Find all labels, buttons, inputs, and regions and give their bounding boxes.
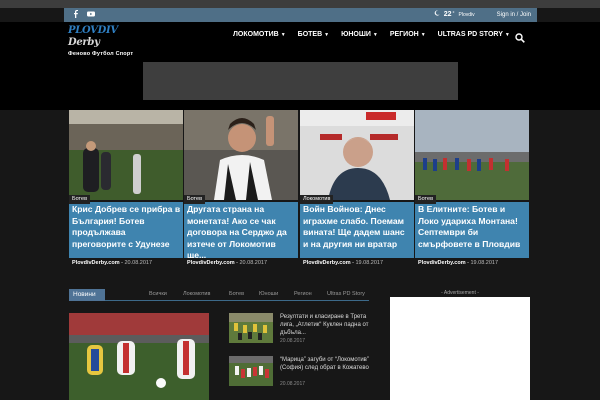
news-date: 20.08.2017 (280, 381, 306, 387)
advertisement-label: - Advertisement - (441, 290, 479, 296)
nav-label: РЕГИОН (389, 31, 419, 38)
tile-date: 19.08.2017 (355, 260, 384, 266)
chevron-down-icon: ▼ (324, 32, 330, 38)
featured-tile[interactable]: Ботев Другата страна на монетата! Ако се… (184, 110, 298, 268)
news-thumb (229, 313, 273, 343)
chevron-down-icon: ▼ (504, 32, 510, 38)
tile-photo (184, 110, 298, 200)
news-title[interactable]: “Марица” загуби от “Локомотив” (София) с… (280, 356, 372, 372)
tile-date: 20.08.2017 (124, 260, 153, 266)
featured-tiles: Ботев Крис Добрев се прибра в България! … (69, 110, 530, 268)
weather-temperature: 22 (443, 11, 452, 18)
nav-label: ULTRAS PD STORY (437, 31, 503, 38)
tab-all[interactable]: Всички (149, 291, 167, 297)
tile-photo (415, 110, 529, 200)
tile-title[interactable]: Другата страна на монетата! Ако се чак д… (184, 202, 298, 258)
chevron-down-icon: ▼ (372, 32, 378, 38)
tile-category[interactable]: Ботев (415, 195, 436, 204)
tile-meta: PlovdivDerby.com - 20.08.2017 (72, 260, 153, 266)
weather-unit: ° (452, 10, 455, 17)
tile-category[interactable]: Ботев (184, 195, 205, 204)
tile-date: 20.08.2017 (239, 260, 268, 266)
nav-label: ЮНОШИ (341, 31, 371, 38)
tile-meta: PlovdivDerby.com - 19.08.2017 (418, 260, 499, 266)
top-bar: 22 ° Plovdiv Sign in / Join (64, 8, 537, 22)
news-title[interactable]: Резултати и класиране в Трета лига, „Атл… (280, 313, 372, 337)
main-article-image[interactable] (69, 313, 209, 400)
tab-botev[interactable]: Ботев (229, 291, 244, 297)
tab-news-active[interactable]: Новини (69, 289, 105, 301)
moon-icon (434, 9, 440, 21)
tile-meta: PlovdivDerby.com - 20.08.2017 (187, 260, 268, 266)
main-nav: ЛОКОМОТИВ ▼ БОТЕВ ▼ ЮНОШИ ▼ РЕГИОН ▼ ULTRAS … (233, 31, 522, 38)
news-thumb (229, 356, 273, 386)
nav-label: ЛОКОМОТИВ (233, 31, 279, 38)
tile-photo (300, 110, 414, 200)
news-date: 20.08.2017 (280, 338, 306, 344)
site-logo[interactable]: PLOVDIV Derby Феново Футбол Спорт (68, 25, 138, 57)
nav-label: БОТЕВ (297, 31, 323, 38)
tile-source: PlovdivDerby.com (303, 260, 351, 266)
nav-item-lokomotiv[interactable]: ЛОКОМОТИВ ▼ (233, 31, 286, 38)
news-list-item[interactable]: “Марица” загуби от “Локомотив” (София) с… (229, 356, 374, 392)
sidebar-ad-box[interactable] (390, 297, 530, 400)
nav-item-botev[interactable]: БОТЕВ ▼ (298, 31, 329, 38)
tile-meta: PlovdivDerby.com - 19.08.2017 (303, 260, 384, 266)
nav-item-ultras[interactable]: ULTRAS PD STORY ▼ (438, 31, 510, 38)
top-bar-right: 22 ° Plovdiv Sign in / Join (434, 9, 531, 21)
logo-tagline: Феново Футбол Спорт (68, 51, 134, 57)
tile-photo (69, 110, 183, 200)
tile-title[interactable]: Крис Добрев се прибра в България! Ботев … (69, 202, 183, 258)
tile-title[interactable]: В Елитните: Ботев и Локо удариха Монтана… (415, 202, 529, 258)
browser-top-strip (0, 0, 600, 8)
featured-tile[interactable]: Локомотив Войн Войнов: Днес играхме слаб… (300, 110, 414, 268)
tile-source: PlovdivDerby.com (418, 260, 466, 266)
featured-tile[interactable]: Ботев Крис Добрев се прибра в България! … (69, 110, 183, 268)
main-article-photo (69, 313, 209, 400)
news-tabs: Новини Всички Локомотив Ботев Юноши Реги… (69, 289, 369, 301)
facebook-icon[interactable] (73, 9, 79, 21)
tile-source: PlovdivDerby.com (187, 260, 235, 266)
tile-category[interactable]: Ботев (69, 195, 90, 204)
header-ad-banner[interactable] (143, 62, 458, 100)
logo-brand: PLOVDIV (68, 25, 118, 36)
chevron-down-icon: ▼ (280, 32, 286, 38)
chevron-down-icon: ▼ (420, 32, 426, 38)
tile-date: 19.08.2017 (470, 260, 499, 266)
tile-source: PlovdivDerby.com (72, 260, 120, 266)
tab-region[interactable]: Регион (294, 291, 312, 297)
sign-in-link[interactable]: Sign in / Join (497, 9, 531, 21)
weather-city: Plovdiv (458, 12, 475, 18)
nav-item-yunoshi[interactable]: ЮНОШИ ▼ (341, 31, 378, 38)
logo-brand-2: Derby (68, 37, 100, 48)
youtube-icon[interactable] (87, 9, 95, 21)
search-icon[interactable] (515, 30, 525, 43)
tile-category[interactable]: Локомотив (300, 195, 334, 204)
tile-title[interactable]: Войн Войнов: Днес играхме слабо. Поемам … (300, 202, 414, 258)
tab-ultras[interactable]: Ultras PD Story (327, 291, 365, 297)
featured-tile[interactable]: Ботев В Елитните: Ботев и Локо удариха М… (415, 110, 529, 268)
tab-lokomotiv[interactable]: Локомотив (183, 291, 210, 297)
tab-yunoshi[interactable]: Юноши (259, 291, 278, 297)
nav-item-region[interactable]: РЕГИОН ▼ (390, 31, 426, 38)
news-list-item[interactable]: Резултати и класиране в Трета лига, „Атл… (229, 313, 374, 349)
